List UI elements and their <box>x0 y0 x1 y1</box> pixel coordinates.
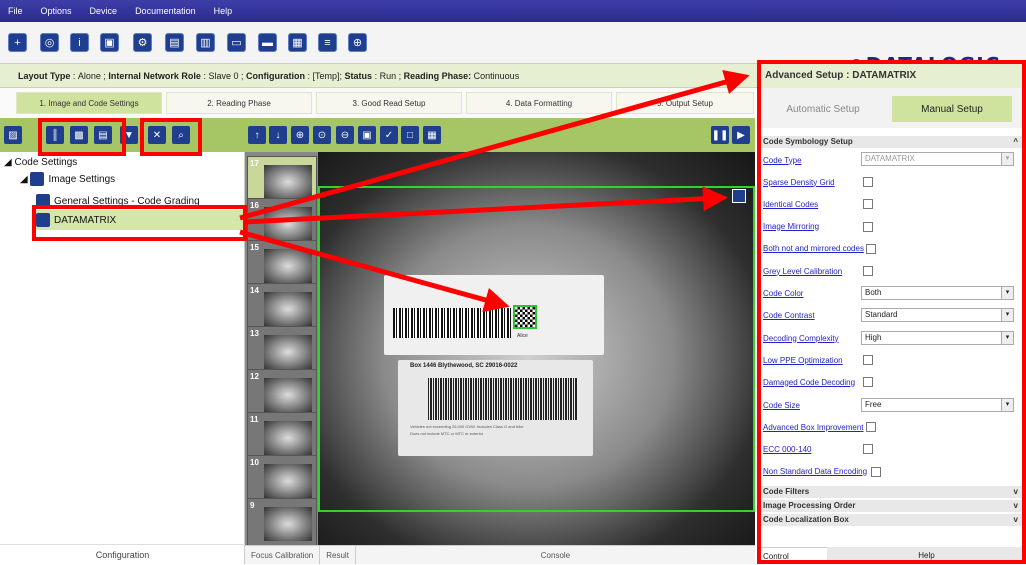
arrow-to-advanced-setup <box>239 70 750 221</box>
arrow-to-marker <box>244 186 728 225</box>
annotation-arrows <box>239 70 750 313</box>
arrow-to-datamatrix <box>239 229 510 313</box>
